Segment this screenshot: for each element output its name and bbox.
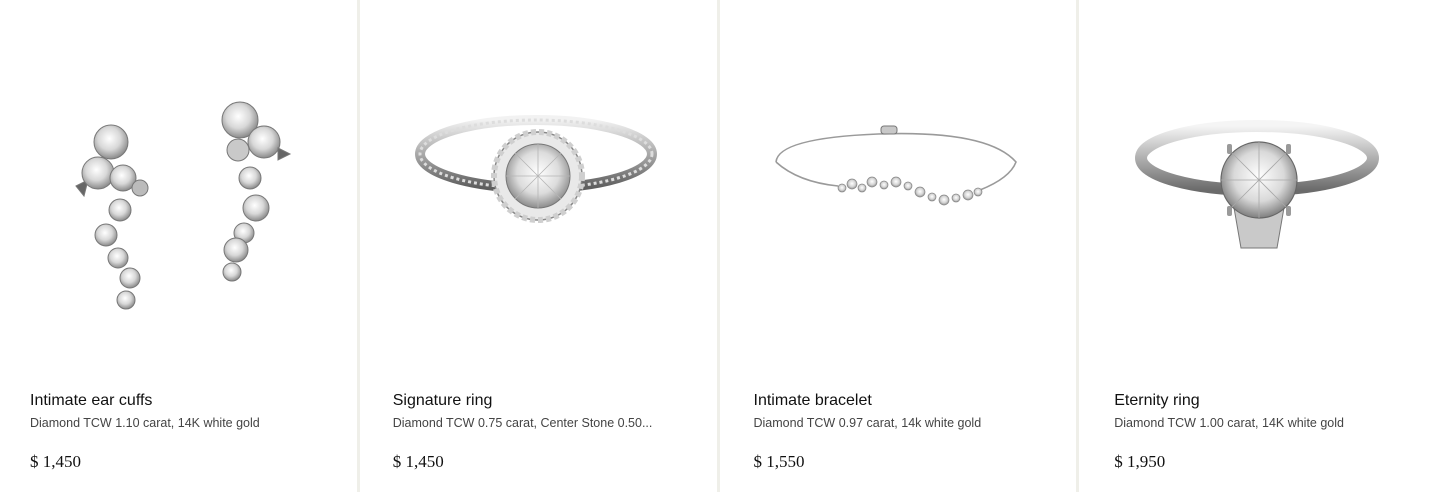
bracelet-image [775,125,1017,206]
product-card[interactable]: Signature ring Diamond TCW 0.75 carat, C… [359,0,720,492]
halo-ring-image [415,115,658,223]
product-price: $ 1,950 [1114,452,1166,471]
ear-cuffs-image [75,101,292,310]
product-price: $ 1,450 [392,452,444,471]
product-description: Diamond TCW 1.00 carat, 14K white gold [1114,416,1344,430]
product-card[interactable]: Intimate bracelet Diamond TCW 0.97 carat… [719,0,1080,492]
product-image[interactable] [1079,0,1439,360]
product-description: Diamond TCW 0.97 carat, 14k white gold [753,416,982,430]
product-price: $ 1,550 [753,452,805,471]
product-name[interactable]: Intimate ear cuffs [30,390,337,412]
product-description: Diamond TCW 1.10 carat, 14K white gold [30,416,260,430]
product-card[interactable]: Eternity ring Diamond TCW 1.00 carat, 14… [1079,0,1439,492]
product-name[interactable]: Signature ring [393,390,697,412]
product-image[interactable] [360,0,717,360]
product-image[interactable] [0,0,357,360]
product-grid: Intimate ear cuffs Diamond TCW 1.10 cara… [0,0,1439,492]
product-name[interactable]: Eternity ring [1114,390,1419,412]
product-image[interactable] [720,0,1077,360]
product-name[interactable]: Intimate bracelet [754,390,1057,412]
solitaire-ring-image [1135,120,1380,249]
product-description: Diamond TCW 0.75 carat, Center Stone 0.5… [392,416,653,430]
product-price: $ 1,450 [30,452,81,471]
product-card[interactable]: Intimate ear cuffs Diamond TCW 1.10 cara… [0,0,360,492]
